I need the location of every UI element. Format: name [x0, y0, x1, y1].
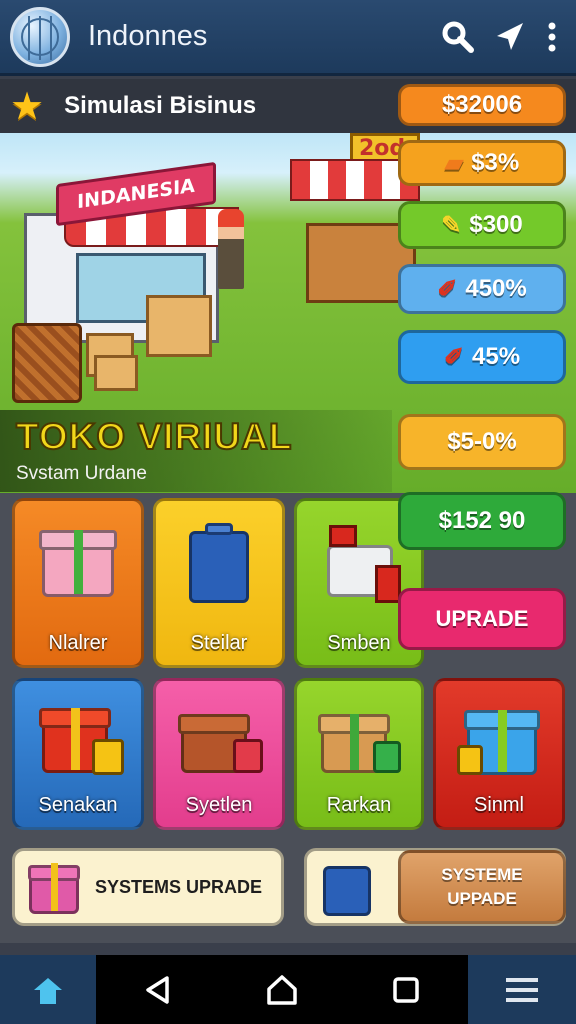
home-outline-icon[interactable]	[220, 955, 344, 1024]
blue-case-icon	[315, 856, 377, 918]
card-label: Rarkan	[326, 794, 392, 816]
blue-gift-icon	[453, 695, 545, 783]
menu-icon[interactable]	[468, 955, 576, 1024]
price-pill[interactable]: ✐ 45%	[398, 330, 566, 384]
shopkeeper	[218, 209, 244, 289]
game-screen: Indonnes ★ Simulasi Bisinus INDANESIA 2o…	[0, 0, 576, 1024]
open-box-icon	[313, 695, 405, 783]
card-label: Steilar	[190, 632, 248, 654]
card-syetlen[interactable]: Syetlen	[153, 678, 285, 830]
home-icon[interactable]	[0, 955, 96, 1024]
produce-basket	[12, 323, 82, 403]
card-label: Syetlen	[185, 794, 253, 816]
price-pill[interactable]: $32006	[398, 84, 566, 126]
system-nav-bar	[0, 955, 576, 1024]
marker-icon: ✐	[437, 275, 458, 303]
blue-case-icon	[173, 515, 265, 603]
app-title: Indonnes	[88, 20, 208, 52]
more-vert-icon[interactable]	[534, 13, 570, 61]
card-steilar[interactable]: Steilar	[153, 498, 285, 668]
location-arrow-icon[interactable]	[486, 13, 534, 61]
pencil-icon: ✎	[441, 211, 462, 239]
brown-box-icon	[173, 695, 265, 783]
marker-icon: ✐	[443, 343, 465, 371]
card-rarkan[interactable]: Rarkan	[294, 678, 424, 830]
app-bar: Indonnes	[0, 0, 576, 76]
price-label: $300	[469, 211, 523, 238]
systeme-upgrade-button[interactable]: SYSTEME UPPADE	[398, 850, 566, 924]
price-pill[interactable]: ▰ $3%	[398, 140, 566, 186]
wallet-icon: ▰	[444, 149, 464, 177]
recents-icon[interactable]	[344, 955, 468, 1024]
red-gift-icon	[32, 695, 124, 783]
register-icon	[313, 515, 405, 603]
price-label: $152 90	[438, 507, 526, 534]
price-label: $32006	[441, 91, 523, 118]
price-pill[interactable]: $5-0%	[398, 414, 566, 470]
strip-title: Simulasi Bisinus	[64, 92, 257, 119]
card-nlalrer[interactable]: Nlalrer	[12, 498, 144, 668]
price-pill[interactable]: ✎ $300	[398, 201, 566, 249]
systeme-upgrade-label: SYSTEME UPPADE	[441, 865, 523, 908]
card-senakan[interactable]: Senakan	[12, 678, 144, 830]
pink-gift-icon	[23, 856, 85, 918]
cardboard-box	[146, 295, 212, 357]
cardboard-box	[94, 355, 138, 391]
price-label: $3%	[471, 149, 520, 176]
star-icon: ★	[10, 84, 45, 128]
game-title: TOKO VIRIUAL	[15, 415, 293, 458]
price-label: UPRADE	[435, 606, 529, 631]
gift-box-icon	[32, 515, 124, 603]
back-icon[interactable]	[96, 955, 220, 1024]
game-subtitle: Svstam Urdane	[16, 463, 147, 484]
price-pill[interactable]: UPRADE	[398, 588, 566, 650]
card-sinml[interactable]: Sinml	[433, 678, 565, 830]
card-label: Sinml	[473, 794, 524, 816]
price-pill[interactable]: $152 90	[398, 492, 566, 550]
systems-upgrade-button[interactable]: SYSTEMS UPRADE	[12, 848, 284, 926]
price-pill[interactable]: ✐ 450%	[398, 264, 566, 314]
price-label: $5-0%	[447, 428, 517, 455]
price-label: 45%	[472, 343, 521, 370]
search-icon[interactable]	[434, 13, 482, 61]
card-label: Nlalrer	[48, 632, 108, 654]
card-label: Senakan	[38, 794, 118, 816]
price-label: 450%	[465, 275, 527, 302]
globe-icon[interactable]	[10, 6, 70, 67]
systems-upgrade-label: SYSTEMS UPRADE	[95, 876, 263, 897]
